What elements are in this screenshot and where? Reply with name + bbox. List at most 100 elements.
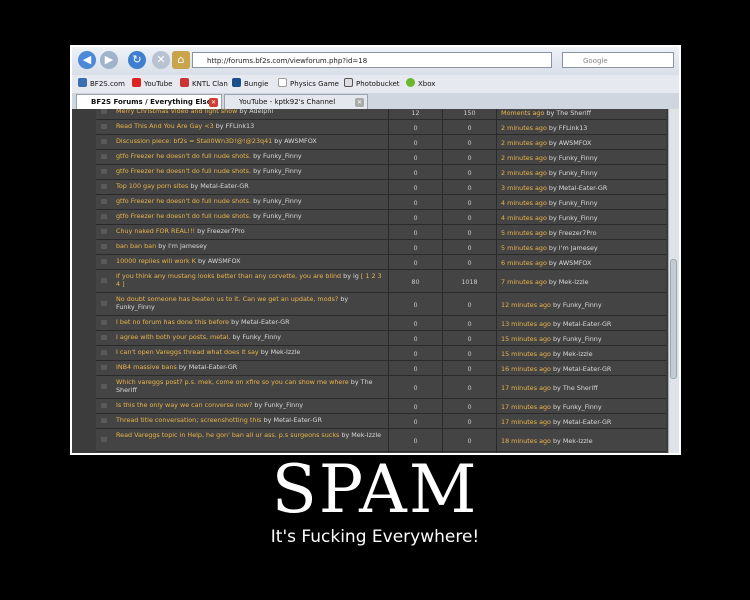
topic-link[interactable]: Which vareggs post? p.s. mek, come on xf… xyxy=(116,378,349,386)
table-row: Thread title conversation; screenshottin… xyxy=(96,414,666,429)
last-post-link[interactable]: 16 minutes ago xyxy=(501,365,551,373)
topic-status-icon xyxy=(101,139,107,144)
last-post-by-label: by xyxy=(550,350,563,358)
topic-by-label: by xyxy=(343,272,354,280)
last-post-author: Funky_Finny xyxy=(558,214,598,222)
reload-button[interactable]: ↻ xyxy=(128,51,146,69)
topic-link[interactable]: Discussion piece: bf2s = Stall0Wn3D!@!@2… xyxy=(116,137,272,145)
topic-link[interactable]: I agree with both your posts, metal. xyxy=(116,333,230,341)
forward-button[interactable]: ▶ xyxy=(100,51,118,69)
back-button[interactable]: ◀ xyxy=(78,51,96,69)
last-post-cell: 6 minutes ago by AWSMFOX xyxy=(496,255,666,269)
topic-cell: if you think any mustang looks better th… xyxy=(112,270,388,292)
views-count: 0 xyxy=(442,135,496,149)
last-post-link[interactable]: 3 minutes ago xyxy=(501,184,547,192)
last-post-link[interactable]: 4 minutes ago xyxy=(501,214,547,222)
topic-link[interactable]: 10000 replies will work K xyxy=(116,257,196,265)
topic-link[interactable]: ban ban ban xyxy=(116,242,156,250)
topic-by-label: by xyxy=(263,416,274,424)
topic-link[interactable]: gtfo Freezer he doesn't do full nude sho… xyxy=(116,212,251,220)
topic-author: Adelphi xyxy=(249,109,274,115)
last-post-link[interactable]: 12 minutes ago xyxy=(501,301,551,309)
views-count: 0 xyxy=(442,399,496,413)
last-post-link[interactable]: 5 minutes ago xyxy=(501,244,547,252)
topic-cell: INB4 massive bans by Metal-Eater-GR xyxy=(112,361,388,375)
last-post-by-label: by xyxy=(550,403,563,411)
topic-by-label: by xyxy=(178,363,189,371)
bookmark-bf2s[interactable]: BF2S.com xyxy=(78,78,125,90)
last-post-link[interactable]: 18 minutes ago xyxy=(501,437,551,445)
views-count: 0 xyxy=(442,414,496,428)
views-count: 0 xyxy=(442,346,496,360)
tab-bf2s-forums[interactable]: BF2S Forums / Everything Else ✕ xyxy=(76,94,222,109)
last-post-cell: 18 minutes ago by Mek-Izzle xyxy=(496,429,666,451)
topic-link[interactable]: Is this the only way we can converse now… xyxy=(116,401,252,409)
tab-youtube-channel[interactable]: YouTube - kptk92's Channel ✕ xyxy=(224,94,368,109)
last-post-author: The Sheriff xyxy=(562,384,598,392)
bookmark-xbox[interactable]: Xbox xyxy=(406,78,435,90)
bookmark-kntl-clan[interactable]: KNTL Clan xyxy=(180,78,228,90)
last-post-link[interactable]: 17 minutes ago xyxy=(501,403,551,411)
topic-link[interactable]: Read Vareggs topic in Help, he gon' ban … xyxy=(116,431,339,439)
topic-link[interactable]: gtfo Freezer he doesn't do full nude sho… xyxy=(116,167,251,175)
vertical-scrollbar[interactable] xyxy=(668,109,679,453)
bookmark-youtube[interactable]: YouTube xyxy=(132,78,172,90)
last-post-author: Funky_Finny xyxy=(558,199,598,207)
replies-count: 0 xyxy=(388,399,442,413)
last-post-link[interactable]: 2 minutes ago xyxy=(501,139,547,147)
topic-link[interactable]: gtfo Freezer he doesn't do full nude sho… xyxy=(116,197,251,205)
last-post-link[interactable]: 2 minutes ago xyxy=(501,169,547,177)
close-icon[interactable]: ✕ xyxy=(355,98,364,107)
last-post-link[interactable]: 6 minutes ago xyxy=(501,259,547,267)
views-count: 0 xyxy=(442,195,496,209)
topic-link[interactable]: Chuy naked FOR REAL!!! xyxy=(116,227,195,235)
topic-link[interactable]: if you think any mustang looks better th… xyxy=(116,272,341,280)
bookmark-bungie[interactable]: Bungie xyxy=(232,78,268,90)
last-post-link[interactable]: Moments ago xyxy=(501,109,544,117)
last-post-link[interactable]: 15 minutes ago xyxy=(501,335,551,343)
last-post-link[interactable]: 4 minutes ago xyxy=(501,199,547,207)
last-post-link[interactable]: 7 minutes ago xyxy=(501,278,547,286)
topic-by-label: by xyxy=(340,295,349,303)
close-icon[interactable]: ✕ xyxy=(209,98,218,107)
topic-link[interactable]: I can't open Vareggs thread what does it… xyxy=(116,348,259,356)
topic-link[interactable]: Thread title conversation; screenshottin… xyxy=(116,416,262,424)
last-post-link[interactable]: 17 minutes ago xyxy=(501,418,551,426)
stop-button[interactable]: ✕ xyxy=(152,51,170,69)
topic-cell: ban ban ban by I'm Jamesey xyxy=(112,240,388,254)
topic-link[interactable]: Merry Christmas Video and light show xyxy=(116,109,237,115)
last-post-by-label: by xyxy=(550,384,563,392)
topic-status-icon xyxy=(101,418,107,423)
table-row: gtfo Freezer he doesn't do full nude sho… xyxy=(96,165,666,180)
topic-cell: gtfo Freezer he doesn't do full nude sho… xyxy=(112,195,388,209)
last-post-link[interactable]: 5 minutes ago xyxy=(501,229,547,237)
topic-status-icon xyxy=(101,437,107,442)
last-post-author: Metal-Eater-GR xyxy=(562,418,612,426)
last-post-cell: 2 minutes ago by Funky_Finny xyxy=(496,150,666,164)
last-post-by-label: by xyxy=(546,229,559,237)
last-post-by-label: by xyxy=(546,259,559,267)
search-input[interactable]: Google xyxy=(562,52,674,68)
last-post-link[interactable]: 17 minutes ago xyxy=(501,384,551,392)
address-bar[interactable]: http://forums.bf2s.com/viewforum.php?id=… xyxy=(192,52,552,68)
bookmark-physics-game[interactable]: Physics Game xyxy=(278,78,339,90)
topic-status-icon xyxy=(101,384,107,389)
topic-cell: Top 100 gay porn sites by Metal-Eater-GR xyxy=(112,180,388,194)
topic-link[interactable]: gtfo Freezer he doesn't do full nude sho… xyxy=(116,152,251,160)
last-post-link[interactable]: 2 minutes ago xyxy=(501,124,547,132)
topic-link[interactable]: Read This And You Are Gay <3 xyxy=(116,122,214,130)
last-post-link[interactable]: 15 minutes ago xyxy=(501,350,551,358)
last-post-by-label: by xyxy=(550,301,563,309)
topic-link[interactable]: I bet no forum has done this before xyxy=(116,318,229,326)
home-icon[interactable]: ⌂ xyxy=(172,51,190,69)
scrollbar-thumb[interactable] xyxy=(670,259,677,379)
last-post-link[interactable]: 13 minutes ago xyxy=(501,320,551,328)
last-post-cell: 17 minutes ago by Funky_Finny xyxy=(496,399,666,413)
topic-link[interactable]: INB4 massive bans xyxy=(116,363,177,371)
topic-by-label: by xyxy=(350,378,361,386)
bookmark-photobucket[interactable]: Photobucket xyxy=(344,78,400,90)
views-count: 0 xyxy=(442,165,496,179)
last-post-link[interactable]: 2 minutes ago xyxy=(501,154,547,162)
last-post-by-label: by xyxy=(546,124,559,132)
topic-link[interactable]: Top 100 gay porn sites xyxy=(116,182,188,190)
